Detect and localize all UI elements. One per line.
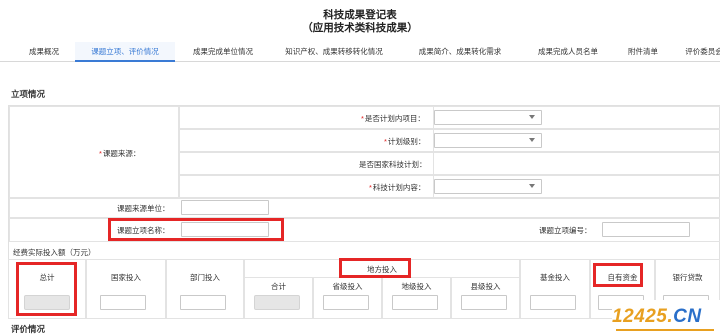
department-input[interactable] bbox=[180, 295, 226, 310]
national-input[interactable] bbox=[100, 295, 146, 310]
col-national bbox=[86, 259, 166, 319]
tab-personnel[interactable]: 成果完成人员名单 bbox=[524, 42, 612, 62]
investment-title: 经费实际投入额（万元） bbox=[13, 248, 96, 257]
project-number-input[interactable] bbox=[602, 222, 690, 237]
tab-ip-transfer[interactable]: 知识产权、成果转移转化情况 bbox=[275, 42, 393, 62]
municipal-input[interactable] bbox=[392, 295, 438, 310]
local-total-header: 合计 bbox=[271, 282, 286, 291]
chevron-down-icon bbox=[529, 115, 535, 119]
plan-level-label: *计划级别： bbox=[384, 137, 426, 146]
fund-header: 基金投入 bbox=[540, 273, 570, 282]
source-unit-label: 课题来源单位： bbox=[117, 204, 170, 213]
plan-content-select[interactable] bbox=[434, 179, 542, 194]
provincial-header: 省级投入 bbox=[332, 282, 363, 291]
is-planned-label: *是否计划内项目： bbox=[361, 114, 425, 123]
col-fund bbox=[520, 259, 590, 319]
tab-completion-units[interactable]: 成果完成单位情况 bbox=[178, 42, 268, 62]
tab-attachments[interactable]: 附件清单 bbox=[618, 42, 668, 62]
tab-project-evaluation[interactable]: 课题立项、评价情况 bbox=[75, 42, 175, 62]
fund-input[interactable] bbox=[530, 295, 576, 310]
highlight-local-investment bbox=[339, 258, 411, 278]
source-label-cell bbox=[9, 106, 179, 198]
national-plan-label: 是否国家科技计划： bbox=[359, 160, 427, 169]
tab-committee[interactable]: 评价委员会 bbox=[678, 42, 720, 62]
plan-level-select[interactable] bbox=[434, 133, 542, 148]
chevron-down-icon bbox=[529, 184, 535, 188]
watermark-underline bbox=[616, 329, 714, 331]
tab-bar: 成果概况 课题立项、评价情况 成果完成单位情况 知识产权、成果转移转化情况 成果… bbox=[0, 42, 720, 62]
county-header: 县级投入 bbox=[470, 282, 501, 291]
watermark-logo: 12425.CN bbox=[612, 306, 702, 327]
department-header: 部门投入 bbox=[190, 273, 220, 282]
section-evaluation-title: 评价情况 bbox=[11, 324, 46, 334]
project-number-label: 课题立项编号： bbox=[539, 226, 592, 235]
form-title: 科技成果登记表 bbox=[323, 9, 397, 21]
chevron-down-icon bbox=[529, 138, 535, 142]
required-mark: * bbox=[99, 149, 102, 158]
municipal-header: 地级投入 bbox=[401, 282, 432, 291]
col-department bbox=[166, 259, 244, 319]
project-source-label: *课题来源： bbox=[99, 149, 141, 158]
section-project-title: 立项情况 bbox=[11, 89, 46, 99]
site-watermark: 12425.CN bbox=[612, 300, 720, 335]
highlight-total bbox=[16, 262, 77, 316]
tab-summary-demand[interactable]: 成果简介、成果转化需求 bbox=[404, 42, 516, 62]
source-unit-input[interactable] bbox=[181, 200, 269, 215]
bank-loan-header: 银行贷款 bbox=[672, 273, 703, 282]
national-header: 国家投入 bbox=[111, 273, 141, 282]
county-input[interactable] bbox=[461, 295, 507, 310]
provincial-input[interactable] bbox=[323, 295, 369, 310]
plan-content-label: *科技计划内容： bbox=[369, 183, 426, 192]
form-subtitle: （应用技术类科技成果） bbox=[302, 22, 418, 34]
local-total-value bbox=[254, 295, 300, 310]
is-planned-select[interactable] bbox=[434, 110, 542, 125]
tab-overview[interactable]: 成果概况 bbox=[14, 42, 74, 62]
row-source-unit bbox=[9, 198, 720, 218]
page-title: 科技成果登记表 （应用技术类科技成果） bbox=[0, 9, 720, 35]
highlight-project-name bbox=[108, 218, 284, 241]
highlight-self-funded bbox=[593, 263, 643, 287]
